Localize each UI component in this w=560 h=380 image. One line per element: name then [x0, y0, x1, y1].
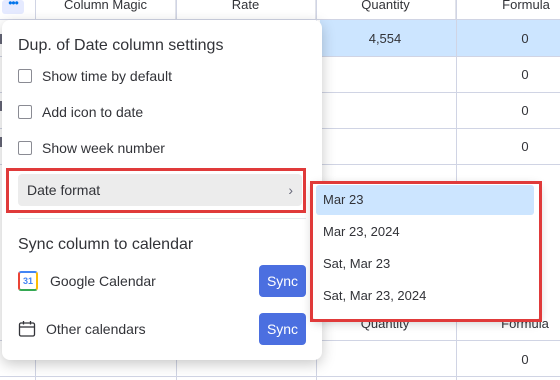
column-header-formula[interactable]: Formula — [456, 0, 560, 19]
show-time-checkbox[interactable] — [18, 69, 32, 83]
date-format-option[interactable]: Sat, Mar 23, 2024 — [316, 281, 534, 311]
formula-cell[interactable]: 0 — [470, 352, 560, 367]
divider — [18, 218, 306, 219]
add-icon-label: Add icon to date — [42, 104, 144, 120]
formula-cell[interactable]: 0 — [470, 139, 560, 154]
other-calendars-sync-button[interactable]: Sync — [259, 313, 306, 345]
other-calendars-row: Other calendars Sync — [18, 313, 306, 345]
date-format-option-selected[interactable]: Mar 23 — [316, 185, 534, 215]
google-calendar-sync-button[interactable]: Sync — [259, 265, 306, 297]
column-settings-menu: Dup. of Date column settings Show time b… — [2, 20, 322, 360]
show-week-label: Show week number — [42, 140, 165, 156]
column-header-column-magic[interactable]: Column Magic — [36, 0, 176, 19]
add-icon-checkbox[interactable] — [18, 105, 32, 119]
date-format-label: Date format — [27, 182, 101, 198]
date-format-option[interactable]: Sat, Mar 23 — [316, 249, 534, 279]
date-format-option[interactable]: Mar 23, 2024 — [316, 217, 534, 247]
quantity-cell[interactable]: 4,554 — [330, 31, 440, 46]
formula-cell[interactable]: 0 — [470, 67, 560, 82]
menu-title: Dup. of Date column settings — [18, 37, 224, 54]
google-calendar-label: Google Calendar — [50, 273, 156, 289]
calendar-icon — [18, 320, 36, 338]
show-time-option[interactable]: Show time by default — [18, 66, 172, 86]
sync-section-title: Sync column to calendar — [18, 236, 194, 253]
add-icon-option[interactable]: Add icon to date — [18, 102, 143, 122]
column-header-quantity[interactable]: Quantity — [316, 0, 456, 19]
date-format-submenu: Mar 23 Mar 23, 2024 Sat, Mar 23 Sat, Mar… — [312, 182, 540, 320]
chevron-right-icon: › — [288, 182, 293, 198]
show-time-label: Show time by default — [42, 68, 172, 84]
formula-cell[interactable]: 0 — [470, 31, 560, 46]
more-options-icon[interactable]: ••• — [2, 0, 24, 14]
google-calendar-icon: 31 — [18, 271, 38, 291]
date-format-menu-item[interactable]: Date format › — [18, 174, 302, 206]
formula-cell[interactable]: 0 — [470, 103, 560, 118]
show-week-checkbox[interactable] — [18, 141, 32, 155]
google-calendar-row: 31 Google Calendar Sync — [18, 265, 306, 297]
other-calendars-label: Other calendars — [46, 321, 146, 337]
column-header-rate[interactable]: Rate — [176, 0, 316, 19]
show-week-option[interactable]: Show week number — [18, 138, 165, 158]
